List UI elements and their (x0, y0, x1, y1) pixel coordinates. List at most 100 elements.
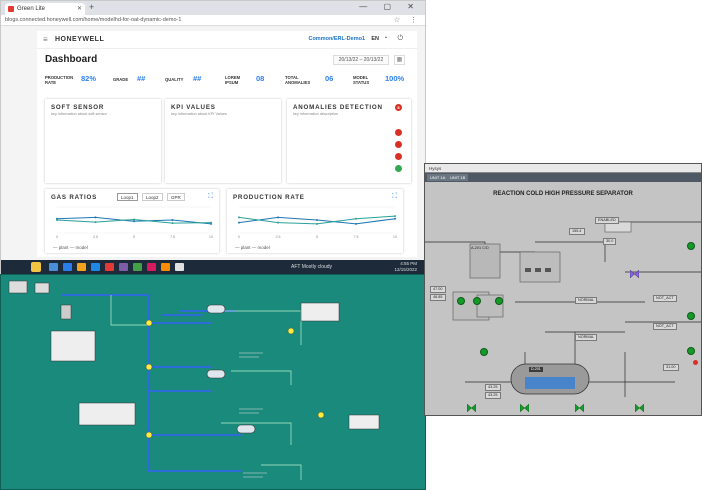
data-point-model (133, 218, 135, 221)
taskview-icon[interactable] (63, 263, 72, 271)
run-indicator-icon[interactable] (495, 297, 503, 305)
hmi-toolbar: UNIT 1A UNIT 1B (425, 173, 701, 182)
weather-widget[interactable]: AFT Mostly cloudy (291, 262, 332, 272)
run-indicator-icon[interactable] (480, 348, 488, 356)
data-point-plant (394, 217, 396, 220)
gas-ratios-chart: 0 2.5 5 7.5 10 (56, 206, 213, 239)
control-valve-icon[interactable] (467, 404, 476, 412)
panel-title: ANOMALIES DETECTION (293, 104, 383, 111)
web-page: ≡ HONEYWELL Common/ERL-Demo1 EN ◔ ⏻ Dash… (1, 27, 425, 260)
tab-bar: Green Lite ✕ + — ▢ ✕ (1, 1, 425, 15)
language-selector[interactable]: EN (371, 36, 379, 42)
tab-unit-1a[interactable]: UNIT 1A (427, 174, 449, 181)
data-point-plant (171, 219, 174, 221)
window-controls[interactable]: — ▢ ✕ (359, 2, 421, 11)
hamburger-menu-icon[interactable]: ≡ (43, 35, 48, 44)
browser-tab[interactable]: Green Lite ✕ (5, 3, 85, 15)
panel-title: PRODUCTION RATE (233, 194, 305, 201)
run-indicator-icon[interactable] (687, 347, 695, 355)
run-indicator-icon[interactable] (687, 242, 695, 250)
kpi-value: 100% (385, 74, 405, 83)
kpi-lorem-ipsum: LOREM IPSUM 08 (225, 73, 277, 91)
chrome-icon[interactable] (105, 263, 114, 271)
app-icon[interactable] (161, 263, 170, 271)
header-icons[interactable]: ◔ ⏻ (383, 35, 407, 43)
app-header: ≡ HONEYWELL Common/ERL-Demo1 EN ◔ ⏻ (37, 31, 417, 49)
search-icon[interactable] (49, 263, 58, 271)
anomaly-count-badge[interactable]: 8 (395, 104, 402, 111)
panel-title: GAS RATIOS (51, 194, 98, 201)
gas-ratios-panel: GAS RATIOS Loop1 Loop2 GPR ⛶ 0 2.5 5 7.5 10 … (45, 189, 219, 253)
equipment-block (34, 282, 50, 294)
start-icon[interactable] (31, 262, 41, 272)
x-tick-label: 2.5 (276, 235, 281, 239)
data-table (300, 302, 340, 322)
air-cooler-package (519, 251, 561, 283)
kpi-label: PRODUCTION RATE (45, 75, 74, 85)
control-valve-icon[interactable] (520, 404, 529, 412)
new-tab-icon[interactable]: + (89, 2, 94, 12)
kpi-grade: GRADE ## (113, 73, 165, 91)
run-indicator-icon[interactable] (457, 297, 465, 305)
hmi-titlebar: Hysys (425, 164, 701, 173)
browser-window: Green Lite ✕ + — ▢ ✕ blogs.connected.hon… (0, 0, 426, 275)
data-point-model (394, 215, 396, 218)
data-point-model (56, 219, 58, 221)
status-not-act: NOT_ACT (653, 323, 677, 330)
panel-subtitle: key information description (293, 112, 339, 116)
mail-icon[interactable] (91, 263, 100, 271)
calendar-icon[interactable]: ▦ (394, 55, 405, 65)
panel-subtitle: key information about soft sensor (51, 112, 107, 116)
x-tick-label: 7.5 (354, 235, 359, 239)
soft-sensor-panel: SOFT SENSOR key information about soft s… (45, 99, 161, 183)
anomaly-alert-icon[interactable] (395, 153, 402, 160)
value-readout: 155.4 (569, 228, 585, 235)
anomaly-alert-icon[interactable] (395, 141, 402, 148)
tab-loop2[interactable]: Loop2 (142, 193, 163, 201)
panel-title: KPI VALUES (171, 104, 216, 111)
explorer-icon[interactable] (77, 263, 86, 271)
browser-toolbar-icons[interactable]: ☆ ⋮ (394, 15, 421, 25)
data-point-model (316, 222, 318, 225)
anomaly-alert-icon[interactable] (395, 129, 402, 136)
kpi-value: ## (137, 74, 146, 83)
user-menu[interactable]: Common/ERL-Demo1 (308, 36, 365, 42)
kpi-production-rate: PRODUCTION RATE 82% (45, 73, 107, 91)
value-readout: 47.00 (430, 286, 446, 293)
tab-loop1[interactable]: Loop1 (117, 193, 138, 201)
alarm-indicator-icon[interactable] (693, 360, 698, 365)
expand-icon[interactable]: ⛶ (208, 193, 213, 201)
system-clock[interactable]: 4:55 PM 12/15/2022 (394, 261, 417, 273)
data-point-model (277, 221, 279, 224)
app-icon[interactable] (133, 263, 142, 271)
anomaly-ok-icon[interactable] (395, 165, 402, 172)
kpi-row: PRODUCTION RATE 82% GRADE ## QUALITY ## … (45, 73, 409, 91)
control-valve-icon[interactable] (635, 404, 644, 412)
x-tick-label: 5 (316, 235, 318, 239)
date-range-input[interactable]: 20/13/22 – 20/13/22 (333, 55, 389, 65)
x-tick-label: 5 (133, 235, 135, 239)
value-readout: 43.25 (485, 384, 501, 391)
expand-icon[interactable]: ⛶ (392, 193, 397, 201)
close-tab-icon[interactable]: ✕ (77, 3, 82, 15)
control-valve-icon[interactable] (630, 270, 639, 278)
app-icon[interactable] (119, 263, 128, 271)
tab-gpr[interactable]: GPR (167, 193, 185, 201)
app-icon[interactable] (175, 263, 184, 271)
status-enabled: ENABLED (595, 217, 619, 224)
data-point-plant (94, 216, 97, 219)
address-bar[interactable]: blogs.connected.honeywell.com/home/model… (1, 15, 425, 26)
control-valve-icon[interactable] (575, 404, 584, 412)
panel-title: SOFT SENSOR (51, 104, 105, 111)
data-point-model (355, 217, 357, 220)
run-indicator-icon[interactable] (473, 297, 481, 305)
data-point-model (238, 216, 240, 219)
data-point-plant (316, 219, 318, 221)
kpi-value: 08 (256, 74, 265, 83)
tab-unit-1b[interactable]: UNIT 1B (447, 174, 469, 181)
run-indicator-icon[interactable] (687, 312, 695, 320)
process-flow-window (0, 274, 426, 490)
valves (145, 319, 325, 439)
anomalies-detection-panel: ANOMALIES DETECTION key information desc… (287, 99, 411, 183)
app-icon[interactable] (147, 263, 156, 271)
